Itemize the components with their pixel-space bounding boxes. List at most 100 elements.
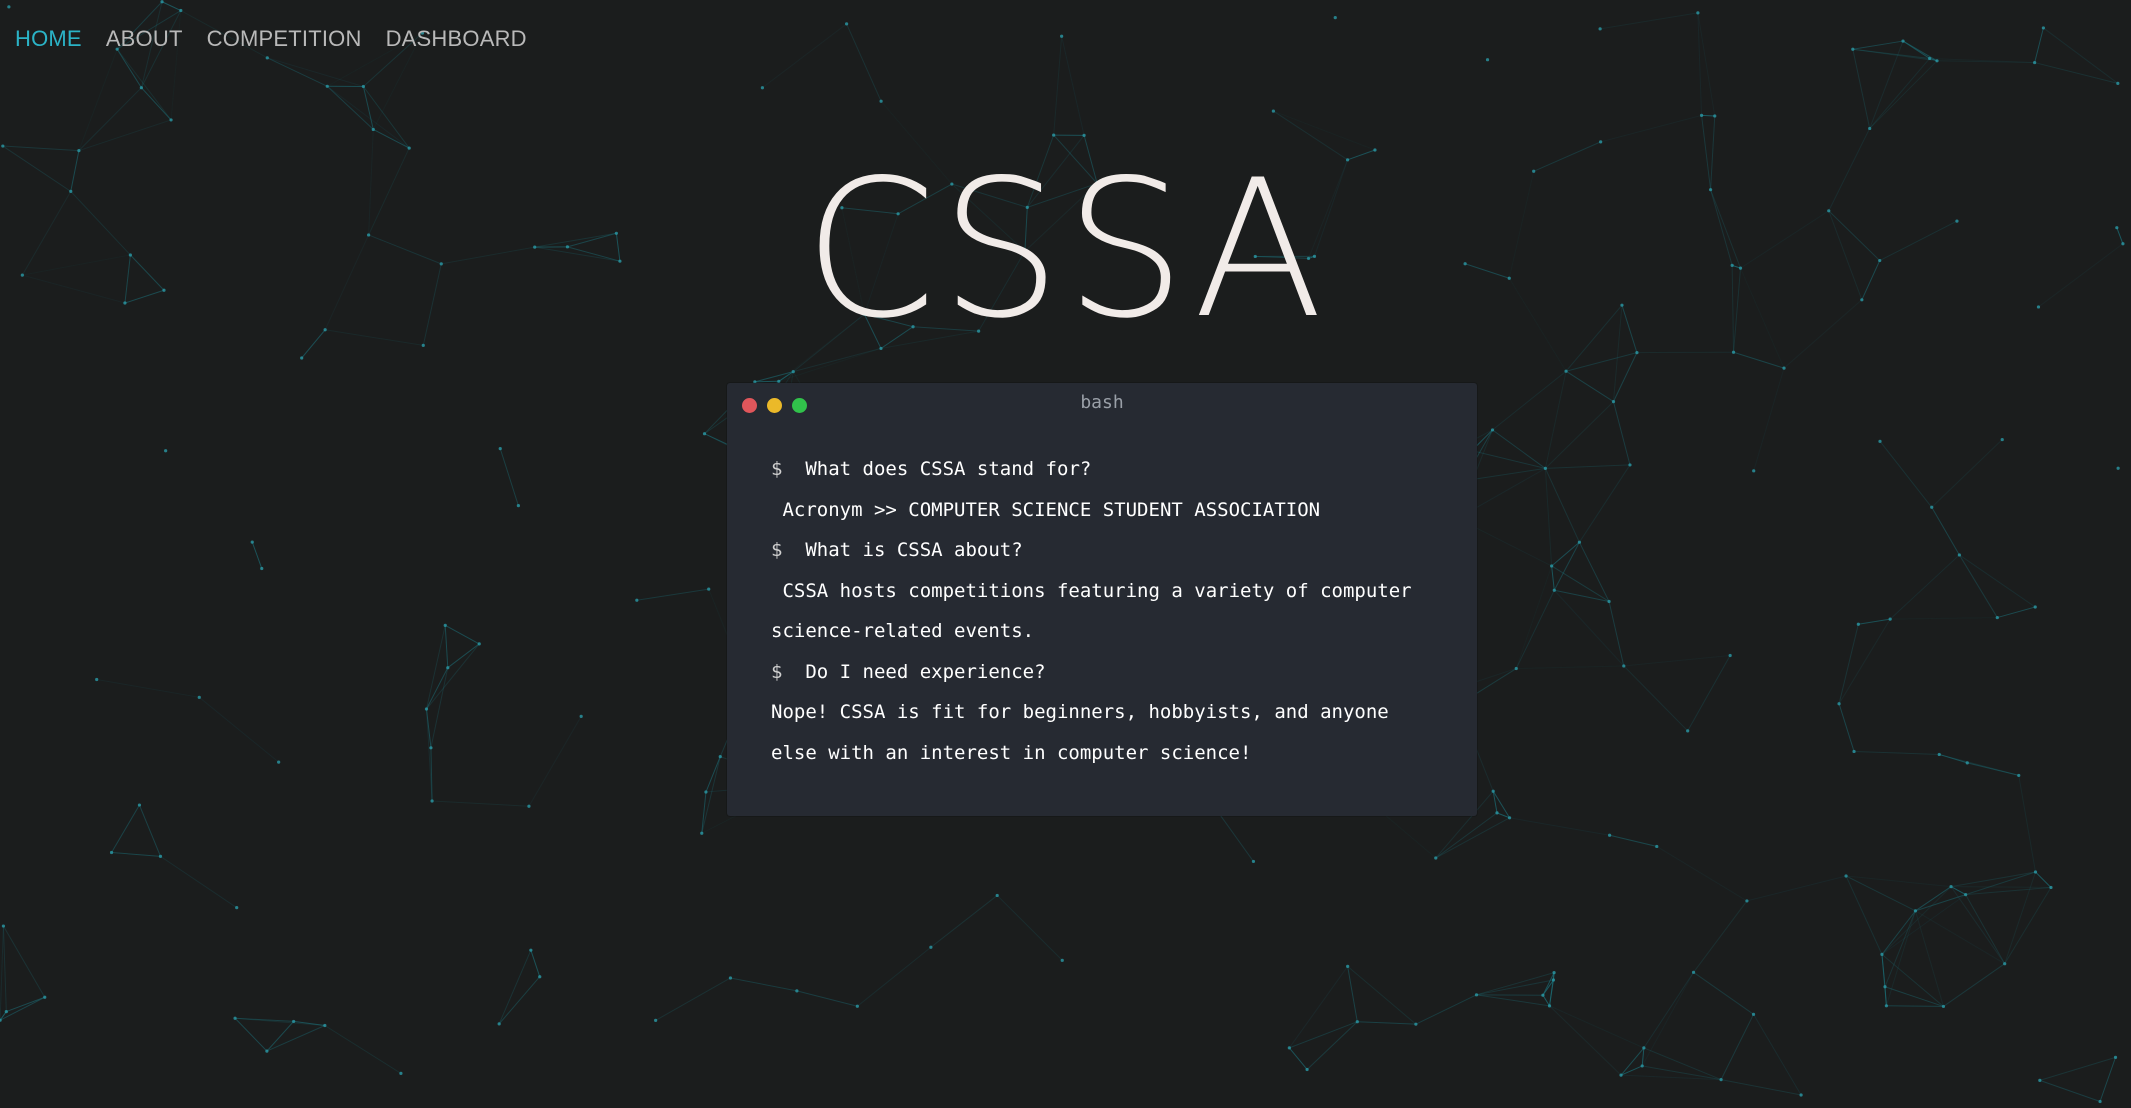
network-link bbox=[636, 588, 709, 601]
network-node bbox=[1868, 126, 1872, 131]
network-node bbox=[371, 127, 375, 132]
network-link bbox=[1623, 665, 1689, 732]
network-link bbox=[266, 1021, 295, 1052]
network-node bbox=[1888, 617, 1892, 621]
nav-dashboard-link[interactable]: DASHBOARD bbox=[386, 26, 527, 52]
network-node bbox=[2017, 773, 2021, 778]
network-node bbox=[277, 760, 281, 764]
network-link bbox=[1697, 12, 1703, 116]
network-node bbox=[1728, 653, 1732, 658]
network-link bbox=[1965, 894, 2006, 964]
network-link bbox=[1551, 565, 1555, 591]
network-link bbox=[1886, 1005, 1944, 1007]
network-node bbox=[1844, 874, 1848, 878]
network-link bbox=[96, 679, 200, 698]
network-link bbox=[267, 57, 328, 87]
network-node bbox=[235, 906, 239, 910]
network-node bbox=[1564, 369, 1568, 373]
network-node bbox=[529, 948, 533, 952]
network-node bbox=[1837, 702, 1841, 706]
network-node bbox=[1607, 833, 1612, 837]
network-link bbox=[1347, 966, 1358, 1022]
network-link bbox=[1881, 894, 1966, 955]
network-link bbox=[425, 625, 446, 710]
network-node bbox=[424, 707, 429, 711]
network-link bbox=[1515, 565, 1553, 669]
network-link bbox=[1733, 351, 1785, 369]
network-link bbox=[1289, 1021, 1358, 1049]
terminal-command-line: $ What is CSSA about? bbox=[771, 530, 1433, 571]
network-node bbox=[1305, 1067, 1309, 1072]
network-node bbox=[1551, 978, 1556, 982]
network-node bbox=[1550, 564, 1554, 568]
network-link bbox=[324, 1025, 402, 1074]
terminal-titlebar: bash bbox=[727, 383, 1477, 423]
network-node bbox=[2003, 962, 2007, 966]
network-link bbox=[1641, 972, 1694, 1067]
network-node bbox=[704, 790, 708, 794]
network-link bbox=[1544, 468, 1580, 543]
network-node bbox=[1964, 893, 1968, 897]
network-link bbox=[1958, 554, 1998, 618]
network-link bbox=[432, 800, 529, 807]
network-link bbox=[1415, 994, 1477, 1025]
network-link bbox=[2039, 1056, 2116, 1081]
network-link bbox=[1551, 541, 1580, 567]
network-link bbox=[1545, 464, 1630, 469]
network-link bbox=[1509, 817, 1610, 836]
network-node bbox=[2116, 81, 2120, 85]
network-node bbox=[1782, 366, 1786, 370]
network-node bbox=[1, 924, 6, 928]
nav-about-link[interactable]: ABOUT bbox=[106, 26, 183, 52]
network-node bbox=[1622, 664, 1626, 668]
network-link bbox=[2034, 62, 2118, 84]
network-link bbox=[1542, 994, 1550, 1007]
network-node bbox=[2049, 885, 2053, 890]
network-node bbox=[1965, 761, 1969, 765]
terminal-body: $ What does CSSA stand for? Acronym >> C… bbox=[727, 423, 1477, 773]
network-node bbox=[1552, 588, 1556, 592]
network-link bbox=[447, 643, 480, 669]
network-node bbox=[1713, 114, 1717, 118]
network-node bbox=[1995, 615, 1999, 620]
network-link bbox=[78, 49, 118, 151]
network-node bbox=[361, 84, 365, 89]
network-link bbox=[1693, 900, 1748, 973]
network-node bbox=[164, 449, 168, 453]
network-link bbox=[198, 696, 279, 763]
network-link bbox=[1753, 1014, 1802, 1096]
network-link bbox=[2099, 1057, 2116, 1102]
network-node bbox=[497, 1022, 501, 1026]
network-node bbox=[179, 8, 183, 13]
network-node bbox=[77, 149, 81, 153]
network-link bbox=[1939, 753, 2019, 776]
network-link bbox=[161, 1, 182, 11]
network-link bbox=[930, 895, 998, 948]
network-link bbox=[1061, 36, 1085, 136]
network-node bbox=[1060, 34, 1064, 38]
network-link bbox=[1701, 114, 1715, 117]
network-node bbox=[1752, 469, 1756, 473]
network-node bbox=[879, 99, 883, 103]
network-link bbox=[2, 145, 79, 152]
network-link bbox=[78, 119, 172, 152]
network-node bbox=[855, 1004, 859, 1008]
network-node bbox=[1598, 27, 1602, 31]
terminal-title: bash bbox=[1080, 392, 1124, 413]
network-node bbox=[43, 995, 47, 999]
network-node bbox=[654, 1018, 658, 1022]
network-link bbox=[701, 756, 721, 834]
network-link bbox=[1620, 1065, 1643, 1076]
network-node bbox=[1052, 133, 1056, 137]
network-node bbox=[1271, 109, 1275, 113]
network-node bbox=[1642, 1046, 1646, 1050]
nav-home-link[interactable]: HOME bbox=[15, 26, 82, 52]
network-node bbox=[1851, 47, 1855, 51]
network-node bbox=[1935, 59, 1939, 63]
network-link bbox=[160, 855, 237, 909]
network-link bbox=[1435, 812, 1498, 859]
network-link bbox=[1845, 875, 1883, 955]
network-link bbox=[1879, 441, 1933, 508]
network-link bbox=[111, 804, 140, 853]
nav-competition-link[interactable]: COMPETITION bbox=[207, 26, 362, 52]
